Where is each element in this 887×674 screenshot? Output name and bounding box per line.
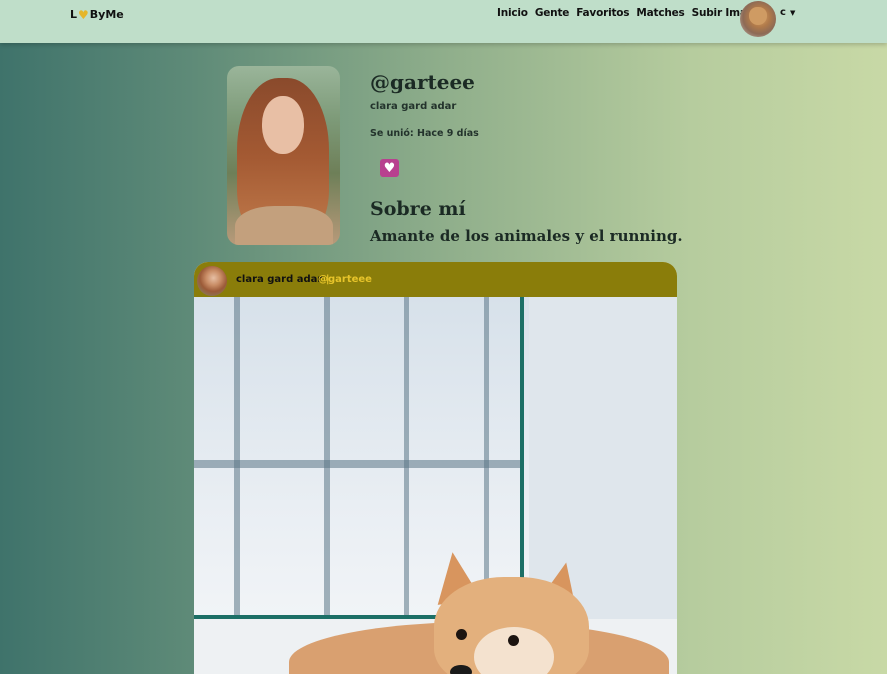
about-text: Amante de los animales y el running. [370, 227, 683, 245]
brand-logo[interactable]: L ♥ ByMe [70, 8, 124, 21]
heart-icon: ♥ [78, 7, 89, 22]
user-initial: c [780, 7, 786, 18]
navbar: L ♥ ByMe Inicio Gente Favoritos Matches … [0, 0, 887, 43]
heart-icon: ♥ [383, 160, 396, 176]
post-card: clara gard adar | @garteee [194, 262, 677, 674]
nav-link-inicio[interactable]: Inicio [497, 7, 528, 19]
user-avatar[interactable] [740, 1, 776, 37]
nav-link-matches[interactable]: Matches [636, 7, 684, 19]
post-header: clara gard adar | @garteee [194, 262, 677, 297]
profile-photo [227, 66, 340, 245]
nav-links: Inicio Gente Favoritos Matches Subir Ima… [497, 7, 768, 19]
like-button[interactable]: ♥ [380, 159, 399, 177]
brand-suffix: ByMe [89, 8, 124, 21]
post-author-handle[interactable]: @garteee [318, 274, 372, 285]
user-menu-dropdown[interactable]: c ▼ [780, 7, 795, 18]
brand-prefix: L [70, 8, 78, 21]
profile-fullname: clara gard adar [370, 101, 457, 112]
post-image[interactable] [194, 297, 677, 674]
profile-username: @garteee [370, 70, 475, 94]
avatar-cat-image [749, 7, 767, 25]
post-author-avatar[interactable] [197, 266, 227, 296]
nav-link-favoritos[interactable]: Favoritos [576, 7, 629, 19]
post-author-name[interactable]: clara gard adar | [236, 274, 329, 285]
profile-joined-date: Se unió: Hace 9 días [370, 128, 479, 139]
nav-link-gente[interactable]: Gente [535, 7, 570, 19]
about-title: Sobre mí [370, 198, 466, 220]
caret-down-icon: ▼ [789, 8, 796, 17]
